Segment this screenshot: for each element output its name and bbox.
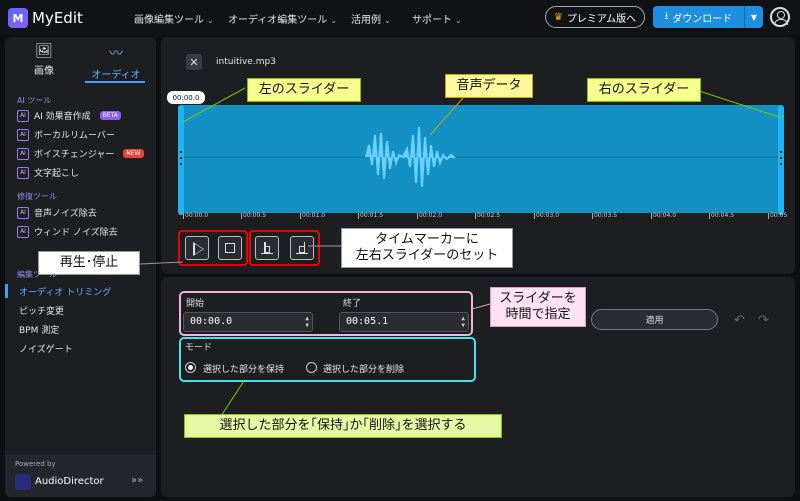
- nav-image-tools[interactable]: 画像編集ツール ⌄: [134, 11, 214, 26]
- play-icon: [193, 242, 204, 256]
- audiodirector-name: AudioDirector: [35, 476, 104, 487]
- waveform-icon: 〰: [109, 46, 123, 62]
- chevrons-right-icon: »»: [131, 475, 144, 486]
- image-icon: 🖼: [35, 43, 53, 59]
- active-item-indicator: [5, 284, 8, 298]
- sidebar-item-noise-removal[interactable]: AI 音声ノイズ除去: [17, 206, 97, 219]
- undo-icon[interactable]: ↶: [734, 313, 745, 328]
- beta-badge: BETA: [99, 111, 121, 120]
- spinner-icon[interactable]: ▲ ▼: [461, 315, 465, 329]
- sidebar-item-voice-changer[interactable]: AI ボイスチェンジャー NEW: [17, 147, 144, 160]
- new-badge: NEW: [123, 149, 144, 158]
- ai-tool-icon: AI: [17, 109, 29, 122]
- set-left-marker-icon: [261, 242, 273, 254]
- sidebar-item-audio-trimming[interactable]: オーディオ トリミング: [19, 285, 111, 298]
- active-tab-indicator: [85, 81, 145, 83]
- chevron-down-icon: ⌄: [455, 16, 462, 25]
- play-button[interactable]: [185, 236, 209, 260]
- radio-delete-selected[interactable]: [306, 362, 317, 373]
- sidebar-item-noise-gate[interactable]: ノイズゲート: [19, 342, 73, 355]
- download-dropdown-icon[interactable]: ▼: [745, 13, 763, 22]
- mode-frame: [179, 337, 476, 382]
- ai-tool-icon: AI: [17, 206, 29, 219]
- section-repair-tools: 修復ツール: [17, 192, 57, 201]
- chevron-down-icon: ⌄: [207, 16, 214, 25]
- section-ai-tools: AI ツール: [17, 96, 52, 105]
- ai-tool-icon: AI: [17, 166, 29, 179]
- powered-by-label: Powered by: [15, 460, 56, 468]
- sidebar-item-ai-sound-effect[interactable]: AI AI 効果音作成 BETA: [17, 109, 121, 122]
- sidebar-item-vocal-remover[interactable]: AI ボーカルリムーバー: [17, 128, 115, 141]
- mode-label: モード: [185, 343, 213, 353]
- nav-support[interactable]: サポート ⌄: [412, 11, 462, 26]
- audiodirector-logo: [15, 474, 31, 490]
- ai-tool-icon: AI: [17, 147, 29, 160]
- set-right-marker-icon: [296, 242, 308, 254]
- brand-name[interactable]: MyEdit: [32, 9, 83, 27]
- callout-slider-time: スライダーを 時間で指定: [490, 287, 586, 327]
- sidebar-item-pitch-change[interactable]: ピッチ変更: [19, 304, 64, 317]
- callout-play-stop: 再生･停止: [38, 251, 140, 275]
- top-bar: M MyEdit 画像編集ツール ⌄ オーディオ編集ツール ⌄ 活用例 ⌄ サポート ⌄…: [0, 0, 800, 36]
- chevron-down-icon: ⌄: [330, 16, 338, 25]
- time-ruler: 00:00.0 00:00.5 00:01.0 00:01.5 00:02.0 …: [183, 212, 788, 219]
- crown-icon: ♛: [553, 11, 563, 23]
- waveform-area[interactable]: [181, 105, 780, 213]
- redo-icon[interactable]: ↷: [758, 313, 769, 328]
- ai-tool-icon: AI: [17, 128, 29, 141]
- stop-button[interactable]: [218, 236, 242, 260]
- start-label: 開始: [186, 299, 205, 309]
- sidebar-item-transcription[interactable]: AI 文字起こし: [17, 166, 79, 179]
- sidebar-item-wind-noise-removal[interactable]: AI ウィンド ノイズ除去: [17, 225, 118, 238]
- sidebar-item-bpm[interactable]: BPM 測定: [19, 323, 59, 336]
- callout-right-slider: 右のスライダー: [587, 78, 701, 102]
- spinner-icon[interactable]: ▲ ▼: [305, 315, 309, 329]
- set-right-slider-button[interactable]: [290, 236, 314, 260]
- myedit-logo[interactable]: M: [8, 8, 28, 28]
- tab-audio[interactable]: 〰オーディオ: [81, 43, 151, 83]
- premium-button[interactable]: ♛ プレミアム版へ: [545, 6, 645, 28]
- stop-icon: [225, 243, 235, 253]
- start-time-input[interactable]: 00:00.0 ▲ ▼: [183, 312, 313, 332]
- tab-image[interactable]: 🖼 画像: [9, 43, 79, 83]
- playhead-time: 00:00.0: [167, 91, 205, 104]
- callout-time-marker: タイムマーカーに 左右スライダーのセット: [341, 228, 513, 268]
- keep-selected-label[interactable]: 選択した部分を保持: [203, 362, 284, 375]
- powered-by-panel[interactable]: Powered by AudioDirector »»: [5, 455, 156, 497]
- end-time-input[interactable]: 00:05.1 ▲ ▼: [339, 312, 469, 332]
- callout-keep-delete: 選択した部分を｢保持｣か｢削除｣を選択する: [184, 414, 502, 438]
- callout-audio-data: 音声データ: [445, 74, 533, 98]
- right-slider-handle[interactable]: [778, 105, 784, 215]
- apply-button[interactable]: 適用: [591, 309, 718, 330]
- file-name: intuitive.mp3: [216, 57, 276, 67]
- user-account-icon[interactable]: [770, 7, 790, 27]
- delete-selected-label[interactable]: 選択した部分を削除: [323, 362, 404, 375]
- download-icon: ⭳: [664, 10, 669, 22]
- waveform: [181, 126, 780, 188]
- chevron-down-icon: ⌄: [384, 16, 391, 25]
- end-label: 終了: [343, 299, 362, 309]
- left-slider-handle[interactable]: [178, 105, 184, 215]
- close-file-button[interactable]: ✕: [186, 54, 202, 70]
- ai-tool-icon: AI: [17, 225, 29, 238]
- set-left-slider-button[interactable]: [255, 236, 279, 260]
- radio-keep-selected[interactable]: [185, 362, 196, 373]
- nav-audio-tools[interactable]: オーディオ編集ツール ⌄: [228, 11, 337, 26]
- callout-left-slider: 左のスライダー: [247, 78, 361, 102]
- download-button[interactable]: ⭳ ダウンロード ▼: [653, 6, 763, 28]
- nav-use-cases[interactable]: 活用例 ⌄: [351, 11, 391, 26]
